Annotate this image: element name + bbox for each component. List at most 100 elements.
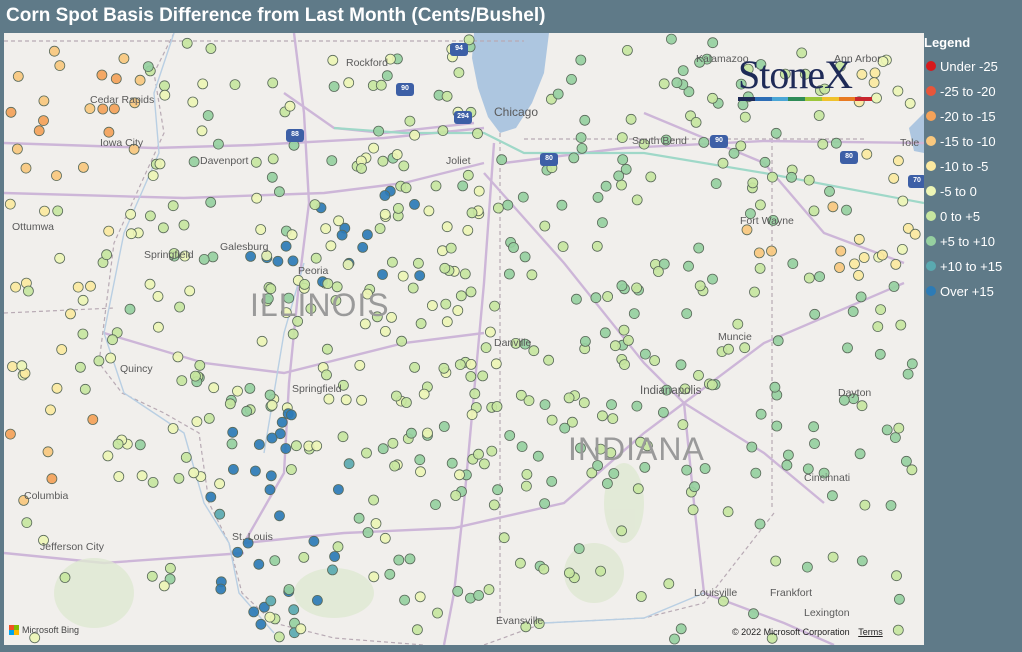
station-marker[interactable] [226,438,238,450]
station-marker[interactable] [616,179,627,191]
station-marker[interactable] [51,382,63,394]
station-marker[interactable] [142,61,154,72]
station-marker[interactable] [759,156,771,168]
station-marker[interactable] [178,219,190,231]
station-marker[interactable] [321,343,333,355]
station-marker[interactable] [640,348,651,360]
station-marker[interactable] [298,552,310,563]
station-marker[interactable] [466,409,478,421]
station-marker[interactable] [288,604,300,616]
station-marker[interactable] [597,410,608,422]
station-marker[interactable] [808,205,820,217]
station-marker[interactable] [134,74,146,86]
station-marker[interactable] [453,67,465,78]
station-marker[interactable] [575,54,587,66]
station-marker[interactable] [325,240,337,252]
station-marker[interactable] [205,43,217,54]
station-marker[interactable] [311,440,323,452]
station-marker[interactable] [892,85,904,97]
station-marker[interactable] [329,551,341,562]
station-marker[interactable] [134,439,146,451]
station-marker[interactable] [781,459,793,471]
station-marker[interactable] [287,328,299,340]
station-marker[interactable] [54,252,66,264]
station-marker[interactable] [309,199,321,211]
station-marker[interactable] [189,370,201,382]
station-marker[interactable] [368,142,380,154]
station-marker[interactable] [255,618,267,630]
station-marker[interactable] [174,301,186,313]
station-marker[interactable] [755,408,767,420]
station-marker[interactable] [374,223,386,234]
station-marker[interactable] [267,153,279,165]
station-marker[interactable] [215,583,227,595]
station-marker[interactable] [56,344,68,355]
station-marker[interactable] [65,308,76,320]
station-marker[interactable] [77,294,89,306]
station-marker[interactable] [286,229,298,241]
station-marker[interactable] [205,491,217,503]
station-marker[interactable] [606,399,617,411]
station-marker[interactable] [539,399,551,411]
station-marker[interactable] [859,499,871,511]
station-marker[interactable] [280,443,292,454]
station-marker[interactable] [110,73,122,85]
station-marker[interactable] [830,137,842,149]
station-marker[interactable] [287,255,299,267]
station-marker[interactable] [787,258,799,270]
station-marker[interactable] [526,269,538,281]
station-marker[interactable] [769,381,781,393]
station-marker[interactable] [767,171,778,183]
station-marker[interactable] [284,100,296,112]
station-marker[interactable] [46,473,58,485]
station-marker[interactable] [783,449,794,461]
station-marker[interactable] [276,416,288,428]
station-marker[interactable] [546,414,558,426]
station-marker[interactable] [623,334,634,346]
station-marker[interactable] [600,180,612,192]
station-marker[interactable] [613,170,625,182]
station-marker[interactable] [398,160,410,172]
station-marker[interactable] [356,162,367,174]
station-marker[interactable] [343,77,355,89]
station-marker[interactable] [265,595,277,607]
station-marker[interactable] [266,399,278,411]
station-marker[interactable] [610,340,621,352]
station-marker[interactable] [415,466,426,478]
station-marker[interactable] [21,517,33,529]
station-marker[interactable] [834,262,845,273]
station-marker[interactable] [597,217,608,229]
station-marker[interactable] [320,223,332,235]
station-marker[interactable] [224,398,236,410]
station-marker[interactable] [813,110,825,121]
station-marker[interactable] [377,443,389,455]
station-marker[interactable] [5,106,17,118]
station-marker[interactable] [412,257,424,269]
station-marker[interactable] [853,233,865,245]
station-marker[interactable] [452,585,464,597]
station-marker[interactable] [571,293,582,305]
station-marker[interactable] [187,96,199,108]
station-marker[interactable] [409,129,421,141]
station-marker[interactable] [849,258,860,270]
station-marker[interactable] [595,565,606,577]
station-marker[interactable] [707,92,718,104]
station-marker[interactable] [728,147,740,159]
station-marker[interactable] [332,541,344,553]
station-marker[interactable] [152,290,164,302]
station-marker[interactable] [602,478,613,489]
station-marker[interactable] [249,465,261,477]
station-marker[interactable] [842,342,853,354]
legend-item[interactable]: Under -25 [926,57,998,75]
station-marker[interactable] [576,143,588,154]
station-marker[interactable] [625,113,637,125]
station-marker[interactable] [326,155,338,166]
station-marker[interactable] [580,335,591,347]
station-marker[interactable] [147,170,159,182]
station-marker[interactable] [164,562,176,574]
station-marker[interactable] [203,412,215,424]
station-marker[interactable] [370,518,382,529]
station-marker[interactable] [891,570,902,582]
station-marker[interactable] [214,478,226,490]
legend-item[interactable]: +10 to +15 [926,257,1002,275]
